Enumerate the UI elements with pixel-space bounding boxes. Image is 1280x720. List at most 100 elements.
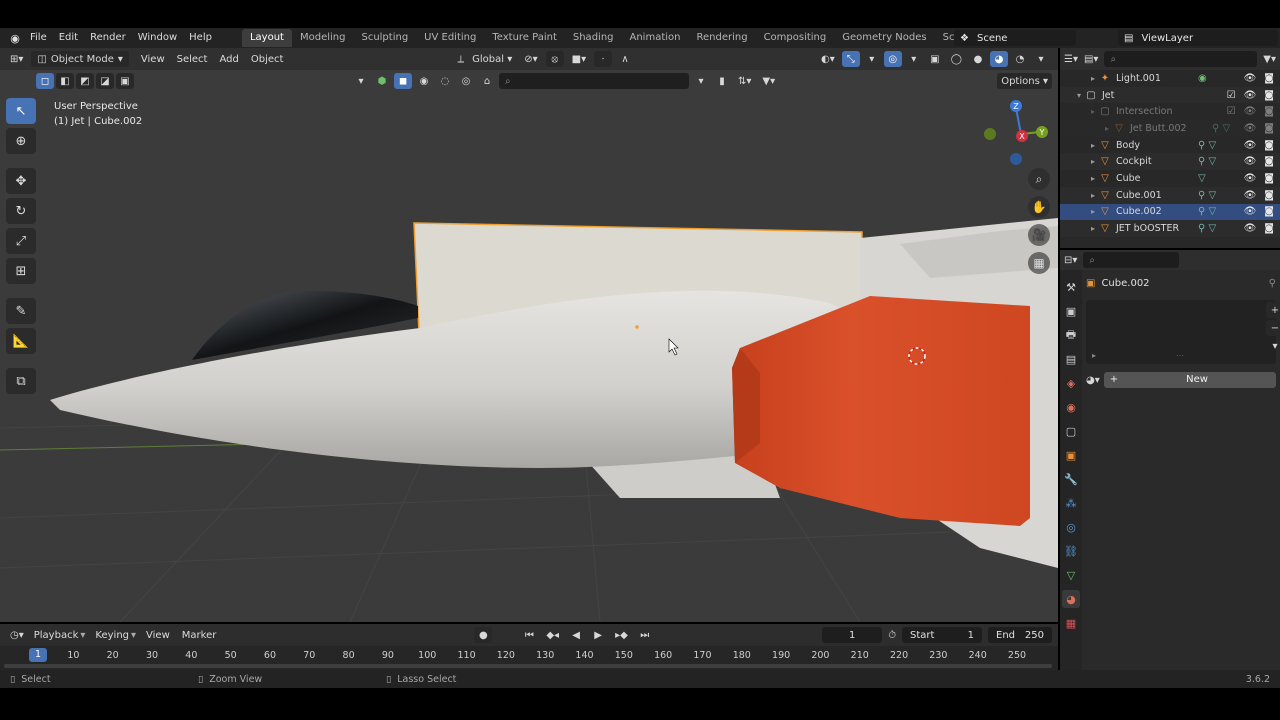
snap-icon[interactable]: ⦻ (545, 51, 564, 67)
tab-compositing[interactable]: Compositing (756, 29, 835, 47)
tab-shading[interactable]: Shading (565, 29, 622, 47)
ortho-grid-icon[interactable]: ▦ (1028, 252, 1050, 274)
timeline-ruler[interactable]: 1 10 20 30 40 50 60 70 80 90 100 110 120 130 140 150 160… (0, 646, 1058, 670)
transform-orientation-dropdown[interactable]: Global ▾ (468, 51, 516, 67)
expand-arrow-icon[interactable]: ▸ (1088, 141, 1098, 150)
menu-render[interactable]: Render (84, 28, 132, 48)
mesh-data-icon[interactable]: ⚲ ▽ (1212, 123, 1230, 134)
filter-light-icon[interactable]: ◌ (436, 73, 454, 89)
camera-render-icon[interactable]: ◙ (1264, 123, 1274, 134)
move-tool-icon[interactable]: ✥ (6, 168, 36, 194)
output-tab-icon[interactable]: 🖶 (1062, 326, 1080, 344)
pin-icon[interactable]: ⚲ (1269, 278, 1276, 289)
material-browse-icon[interactable]: ◕▾ (1086, 375, 1100, 386)
select-new-icon[interactable]: ◻ (36, 73, 54, 89)
timeline-menu-view[interactable]: View (140, 630, 176, 641)
shading-dropdown-icon[interactable]: ▾ (1032, 51, 1050, 67)
object-mode-dropdown[interactable]: ◫ Object Mode ▾ (31, 51, 129, 67)
navigation-gizmo[interactable]: Z X Y (982, 98, 1052, 168)
outliner-search-input[interactable]: ⌕ (1104, 51, 1258, 67)
filter-curve-icon[interactable]: ◉ (415, 73, 433, 89)
menu-file[interactable]: File (24, 28, 53, 48)
expand-icon[interactable]: ▸ (1092, 351, 1096, 360)
eye-icon[interactable]: 👁 (1244, 140, 1257, 151)
include-checkbox-icon[interactable]: ☑ (1227, 106, 1236, 117)
select-subtract-icon[interactable]: ◩ (76, 73, 94, 89)
filter-mesh-icon[interactable]: ◼ (394, 73, 412, 89)
proportional-edit-icon[interactable]: ⋅ (594, 51, 613, 67)
outliner-row-intersection[interactable]: ▸ ▢ Intersection ☑ 👁 ◙ (1060, 103, 1280, 120)
xray-icon[interactable]: ▣ (926, 51, 944, 67)
start-frame-field[interactable]: Start 1 (902, 627, 982, 643)
tab-rendering[interactable]: Rendering (688, 29, 755, 47)
outliner-row-cockpit[interactable]: ▸ ▽ Cockpit ⚲ ▽ 👁 ◙ (1060, 153, 1280, 171)
texture-tab-icon[interactable]: ▦ (1062, 614, 1080, 632)
add-slot-button[interactable]: + (1266, 302, 1280, 318)
render-tab-icon[interactable]: ▣ (1062, 302, 1080, 320)
jump-end-icon[interactable]: ⏭ (636, 627, 654, 643)
outliner-editor-icon[interactable]: ☰▾ (1064, 54, 1078, 65)
light-data-icon[interactable]: ◉ (1198, 73, 1207, 84)
expand-arrow-icon[interactable]: ▸ (1088, 157, 1098, 166)
mesh-data-icon[interactable]: ⚲ ▽ (1198, 190, 1216, 201)
outliner-row-cube-001[interactable]: ▸ ▽ Cube.001 ⚲ ▽ 👁 ◙ (1060, 186, 1280, 204)
new-material-button[interactable]: + New (1103, 372, 1276, 388)
visibility-icon[interactable]: ◐▾ (817, 51, 839, 67)
eye-icon[interactable]: 👁 (1244, 90, 1257, 101)
cursor-tool-icon[interactable]: ⊕ (6, 128, 36, 154)
transform-tool-icon[interactable]: ⊞ (6, 258, 36, 284)
mesh-data-icon[interactable]: ⚲ ▽ (1198, 223, 1216, 234)
timeline-menu-keying[interactable]: Keying (89, 630, 135, 641)
play-icon[interactable]: ▶ (589, 627, 607, 643)
timeline-editor-icon[interactable]: ◷▾ (6, 627, 28, 643)
mesh-data-icon[interactable]: ⚲ ▽ (1198, 156, 1216, 167)
tab-animation[interactable]: Animation (622, 29, 689, 47)
mesh-data-icon[interactable]: ⚲ ▽ (1198, 206, 1216, 217)
stopwatch-icon[interactable]: ⏱ (888, 630, 896, 641)
properties-search-input[interactable]: ⌕ (1083, 252, 1180, 268)
include-checkbox-icon[interactable]: ☑ (1227, 90, 1236, 101)
measure-tool-icon[interactable]: 📐 (6, 328, 36, 354)
gizmo-dropdown-icon[interactable]: ▾ (863, 51, 881, 67)
modifier-tab-icon[interactable]: 🔧 (1062, 470, 1080, 488)
falloff-icon[interactable]: ∧ (616, 51, 634, 67)
viewport-menu-object[interactable]: Object (245, 54, 290, 65)
blender-logo-icon[interactable]: ◉ (6, 29, 24, 47)
constraints-tab-icon[interactable]: ⛓ (1062, 542, 1080, 560)
select-box-tool-icon[interactable]: ↖ (6, 98, 36, 124)
editor-type-icon[interactable]: ⊞▾ (6, 51, 27, 67)
gizmo-neg-y-axis[interactable] (984, 128, 996, 140)
expand-arrow-icon[interactable]: ▸ (1088, 107, 1098, 116)
camera-render-icon[interactable]: ◙ (1264, 190, 1274, 201)
jump-prev-keyframe-icon[interactable]: ◆◂ (542, 627, 563, 643)
pan-hand-icon[interactable]: ✋ (1028, 196, 1050, 218)
funnel-icon[interactable]: ▼▾ (758, 73, 779, 89)
auto-keying-icon[interactable]: ● (474, 627, 493, 643)
camera-render-icon[interactable]: ◙ (1264, 173, 1274, 184)
expand-arrow-icon[interactable]: ▸ (1088, 174, 1098, 183)
scene-selector[interactable]: ❖ Scene (954, 30, 1076, 46)
end-frame-field[interactable]: End 250 (988, 627, 1052, 643)
eye-icon[interactable]: 👁 (1244, 173, 1257, 184)
remove-slot-button[interactable]: − (1266, 320, 1280, 336)
eye-icon[interactable]: 👁 (1244, 206, 1257, 217)
view-layer-selector[interactable]: ▤ ViewLayer (1118, 30, 1278, 46)
mesh-data-icon[interactable]: ⚲ ▽ (1198, 140, 1216, 151)
tab-modeling[interactable]: Modeling (292, 29, 354, 47)
mesh-data-icon[interactable]: ▽ (1198, 173, 1206, 184)
camera-render-icon[interactable]: ◙ (1264, 223, 1274, 234)
camera-render-icon[interactable]: ◙ (1264, 90, 1274, 101)
eye-icon[interactable]: 👁 (1244, 156, 1257, 167)
eye-icon[interactable]: 👁 (1244, 190, 1257, 201)
jump-start-icon[interactable]: ⏮ (520, 627, 538, 643)
viewport-menu-add[interactable]: Add (213, 54, 244, 65)
display-mode-icon[interactable]: ▤▾ (1084, 54, 1098, 65)
timeline-scrollbar[interactable] (4, 664, 1052, 668)
shading-rendered-icon[interactable]: ◔ (1011, 51, 1029, 67)
camera-render-icon[interactable]: ◙ (1264, 73, 1274, 84)
expand-arrow-icon[interactable]: ▸ (1088, 207, 1098, 216)
tab-uv-editing[interactable]: UV Editing (416, 29, 484, 47)
camera-render-icon[interactable]: ◙ (1264, 156, 1274, 167)
shading-wireframe-icon[interactable]: ◯ (947, 51, 966, 67)
expand-arrow-icon[interactable]: ▾ (1074, 91, 1084, 100)
